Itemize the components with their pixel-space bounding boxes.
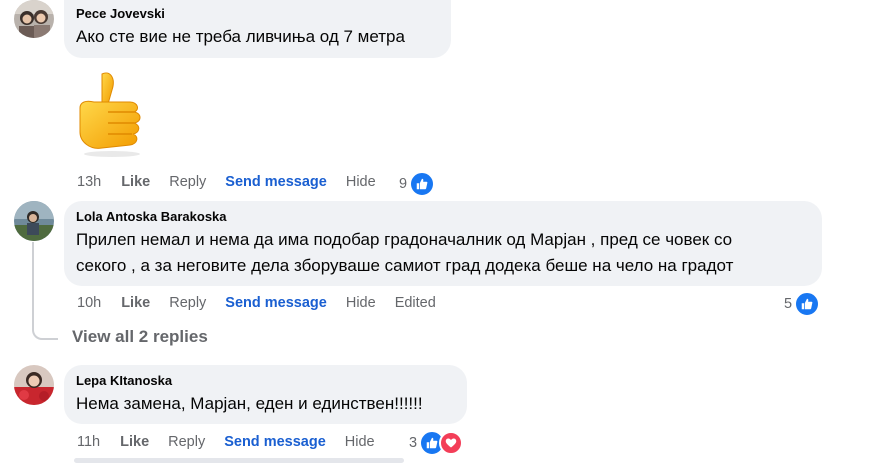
reaction-count: 5	[784, 296, 793, 312]
edited-label: Edited	[394, 295, 436, 311]
comment-author[interactable]: Pece Jovevski	[76, 6, 439, 22]
comment-bubble: Pece Jovevski Ако сте вие не треба ливчи…	[64, 0, 451, 58]
comment-text-line: Прилеп немал и нема да има подобар градо…	[76, 230, 733, 249]
comment-actions: 10h Like Reply Send message Hide Edited	[77, 293, 455, 313]
comment-actions: 13h Like Reply Send message Hide	[77, 172, 395, 192]
reply-button[interactable]: Reply	[168, 434, 205, 450]
reply-button[interactable]: Reply	[169, 174, 206, 190]
comment-author[interactable]: Lepa KItanoska	[76, 373, 455, 389]
avatar-lola-antoska-barakoska[interactable]	[14, 201, 54, 241]
hide-button[interactable]: Hide	[346, 174, 376, 190]
thread-connector-line	[32, 242, 58, 340]
comment-timestamp[interactable]: 10h	[77, 295, 101, 311]
hide-button[interactable]: Hide	[346, 295, 376, 311]
love-icon	[439, 431, 464, 455]
next-comment-edge	[74, 458, 404, 463]
comment-bubble: Lepa KItanoska Нема замена, Марјан, еден…	[64, 365, 467, 424]
comment-text-line: секого , а за неговите дела зборуваше са…	[76, 256, 734, 275]
reaction-count: 9	[399, 176, 408, 192]
comment-text: Нема замена, Марјан, еден и единствен!!!…	[76, 394, 423, 413]
comment-text: Ако сте вие не треба ливчиња од 7 метра	[76, 27, 405, 46]
reaction-summary[interactable]: 3	[409, 430, 464, 456]
reaction-summary[interactable]: 9	[399, 171, 436, 197]
avatar-image	[14, 0, 54, 38]
like-button[interactable]: Like	[121, 174, 150, 190]
reaction-count: 3	[409, 435, 418, 451]
like-icon	[409, 171, 436, 197]
like-button[interactable]: Like	[121, 295, 150, 311]
comment-timestamp[interactable]: 13h	[77, 174, 101, 190]
comment-author[interactable]: Lola Antoska Barakoska	[76, 209, 810, 225]
reaction-summary[interactable]: 5	[784, 291, 821, 317]
send-message-button[interactable]: Send message	[225, 174, 327, 190]
avatar-lepa-kitanoska[interactable]	[14, 365, 54, 405]
send-message-button[interactable]: Send message	[225, 295, 327, 311]
comment-bubble: Lola Antoska Barakoska Прилеп немал и не…	[64, 201, 822, 286]
comment-timestamp[interactable]: 11h	[77, 434, 100, 450]
reply-button[interactable]: Reply	[169, 295, 206, 311]
comment-actions: 11h Like Reply Send message Hide	[77, 432, 394, 452]
avatar-pece-jovevski[interactable]	[14, 0, 54, 38]
send-message-button[interactable]: Send message	[224, 434, 326, 450]
like-icon	[794, 291, 821, 317]
avatar-image	[14, 201, 54, 241]
thumbs-up-sticker	[72, 68, 154, 158]
hide-button[interactable]: Hide	[345, 434, 375, 450]
view-all-replies-link[interactable]: View all 2 replies	[72, 327, 208, 347]
like-button[interactable]: Like	[120, 434, 149, 450]
avatar-image	[14, 365, 54, 405]
